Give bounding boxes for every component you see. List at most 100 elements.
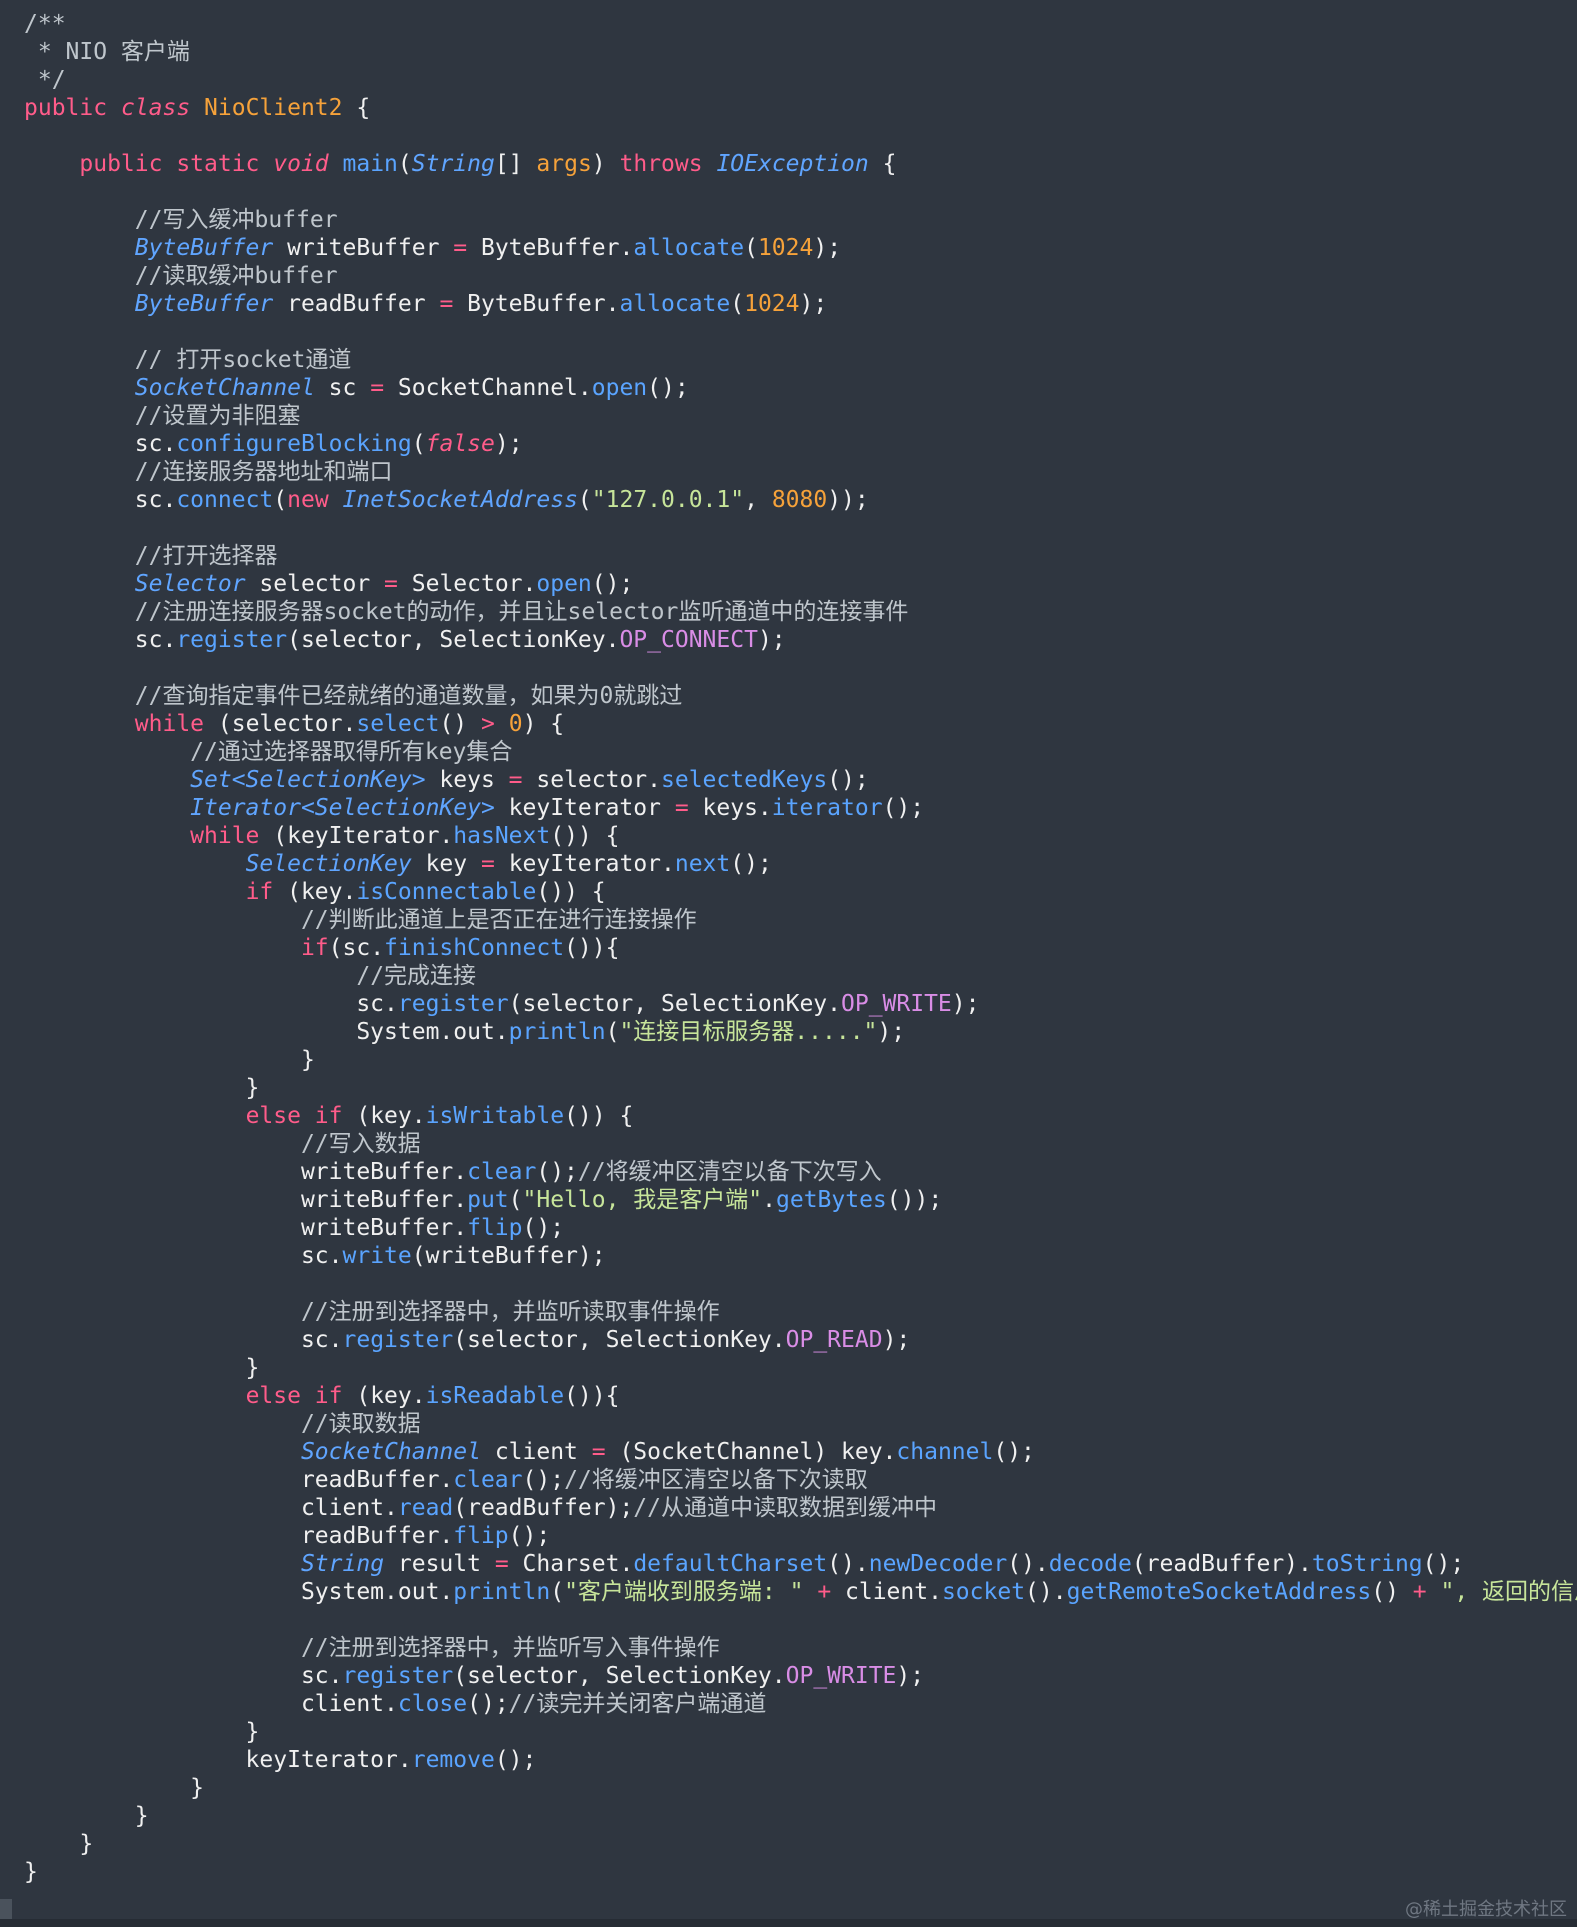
code-line[interactable]: ByteBuffer writeBuffer = ByteBuffer.allo… — [24, 234, 1577, 262]
code-line[interactable]: sc.register(selector, SelectionKey.OP_RE… — [24, 1326, 1577, 1354]
code-line[interactable]: writeBuffer.clear();//将缓冲区清空以备下次写入 — [24, 1158, 1577, 1186]
code-line[interactable]: System.out.println("连接目标服务器....."); — [24, 1018, 1577, 1046]
code-line[interactable]: keyIterator.remove(); — [24, 1746, 1577, 1774]
code-line[interactable]: //查询指定事件已经就绪的通道数量，如果为0就跳过 — [24, 682, 1577, 710]
code-line[interactable]: client.close();//读完并关闭客户端通道 — [24, 1690, 1577, 1718]
code-line[interactable]: if(sc.finishConnect()){ — [24, 934, 1577, 962]
code-token: false — [425, 431, 495, 457]
code-token: ()) { — [564, 1103, 634, 1129]
code-token: ( — [744, 235, 758, 261]
code-token: OP_CONNECT — [619, 627, 758, 653]
code-line[interactable]: } — [24, 1774, 1577, 1802]
code-line[interactable]: sc.register(selector, SelectionKey.OP_CO… — [24, 626, 1577, 654]
code-line[interactable]: //通过选择器取得所有key集合 — [24, 738, 1577, 766]
code-line[interactable]: SocketChannel client = (SocketChannel) k… — [24, 1438, 1577, 1466]
code-line[interactable]: String result = Charset.defaultCharset()… — [24, 1550, 1577, 1578]
code-token: register — [176, 627, 288, 653]
code-token: result — [384, 1551, 495, 1577]
code-line[interactable]: //读取数据 — [24, 1410, 1577, 1438]
code-line[interactable]: //写入缓冲buffer — [24, 206, 1577, 234]
code-line[interactable]: else if (key.isReadable()){ — [24, 1382, 1577, 1410]
code-token: isReadable — [425, 1383, 565, 1409]
code-token: NioClient2 — [204, 95, 343, 121]
code-line[interactable]: writeBuffer.flip(); — [24, 1214, 1577, 1242]
code-editor[interactable]: /** * NIO 客户端 */public class NioClient2 … — [0, 0, 1577, 1927]
code-line[interactable]: sc.register(selector, SelectionKey.OP_WR… — [24, 990, 1577, 1018]
code-token: (); — [647, 375, 689, 401]
code-line[interactable]: //判断此通道上是否正在进行连接操作 — [24, 906, 1577, 934]
code-token: socket — [941, 1579, 1026, 1605]
code-line[interactable]: writeBuffer.put("Hello, 我是客户端".getBytes(… — [24, 1186, 1577, 1214]
code-line[interactable]: //写入数据 — [24, 1130, 1577, 1158]
code-token: allocate — [619, 291, 731, 317]
code-line[interactable]: ByteBuffer readBuffer = ByteBuffer.alloc… — [24, 290, 1577, 318]
code-token: getBytes — [776, 1187, 887, 1213]
code-line[interactable]: //设置为非阻塞 — [24, 402, 1577, 430]
code-token: //判断此通道上是否正在进行连接操作 — [300, 907, 697, 933]
code-token: writeBuffer. — [24, 1159, 468, 1185]
code-line[interactable] — [24, 122, 1577, 150]
code-line[interactable]: readBuffer.clear();//将缓冲区清空以备下次读取 — [24, 1466, 1577, 1494]
code-line[interactable]: Selector selector = Selector.open(); — [24, 570, 1577, 598]
code-line[interactable]: //注册连接服务器socket的动作，并且让selector监听通道中的连接事件 — [24, 598, 1577, 626]
code-line[interactable]: } — [24, 1830, 1577, 1858]
code-line[interactable]: //连接服务器地址和端口 — [24, 458, 1577, 486]
code-line[interactable]: } — [24, 1858, 1577, 1886]
code-line[interactable]: Set<SelectionKey> keys = selector.select… — [24, 766, 1577, 794]
code-line[interactable]: //读取缓冲buffer — [24, 262, 1577, 290]
code-line[interactable]: public static void main(String[] args) t… — [24, 150, 1577, 178]
code-line[interactable] — [24, 178, 1577, 206]
code-line[interactable]: //注册到选择器中，并监听读取事件操作 — [24, 1298, 1577, 1326]
code-line[interactable]: /** — [24, 10, 1577, 38]
code-line[interactable]: if (key.isConnectable()) { — [24, 878, 1577, 906]
code-token: flip — [467, 1215, 523, 1241]
code-token: while — [190, 823, 260, 849]
code-line[interactable]: sc.register(selector, SelectionKey.OP_WR… — [24, 1662, 1577, 1690]
code-line[interactable] — [24, 654, 1577, 682]
code-line[interactable] — [24, 1606, 1577, 1634]
code-token: key — [411, 851, 481, 877]
code-line[interactable]: //完成连接 — [24, 962, 1577, 990]
code-line[interactable]: SocketChannel sc = SocketChannel.open(); — [24, 374, 1577, 402]
code-token: flip — [453, 1523, 509, 1549]
code-line[interactable]: else if (key.isWritable()) { — [24, 1102, 1577, 1130]
code-line[interactable]: */ — [24, 66, 1577, 94]
code-token: = — [480, 851, 495, 877]
code-line[interactable]: client.read(readBuffer);//从通道中读取数据到缓冲中 — [24, 1494, 1577, 1522]
code-line[interactable]: //打开选择器 — [24, 542, 1577, 570]
code-token: { — [342, 95, 371, 121]
code-line[interactable]: while (selector.select() > 0) { — [24, 710, 1577, 738]
code-line[interactable]: SelectionKey key = keyIterator.next(); — [24, 850, 1577, 878]
code-token: InetSocketAddress — [342, 487, 578, 513]
code-line[interactable]: //注册到选择器中，并监听写入事件操作 — [24, 1634, 1577, 1662]
code-line[interactable]: sc.write(writeBuffer); — [24, 1242, 1577, 1270]
code-line[interactable] — [24, 1270, 1577, 1298]
code-line[interactable]: // 打开socket通道 — [24, 346, 1577, 374]
code-line[interactable]: readBuffer.flip(); — [24, 1522, 1577, 1550]
code-line[interactable]: System.out.println("客户端收到服务端: " + client… — [24, 1578, 1577, 1606]
code-area[interactable]: /** * NIO 客户端 */public class NioClient2 … — [24, 10, 1577, 1886]
code-token: ) — [591, 151, 620, 177]
code-line[interactable] — [24, 318, 1577, 346]
code-line[interactable]: while (keyIterator.hasNext()) { — [24, 822, 1577, 850]
code-token: //完成连接 — [356, 963, 477, 989]
code-line[interactable]: } — [24, 1046, 1577, 1074]
code-line[interactable]: * NIO 客户端 — [24, 38, 1577, 66]
code-token: //读完并关闭客户端通道 — [508, 1691, 767, 1717]
code-line[interactable]: sc.configureBlocking(false); — [24, 430, 1577, 458]
code-token: //查询指定事件已经就绪的通道数量，如果为0就跳过 — [134, 683, 683, 709]
code-line[interactable]: } — [24, 1718, 1577, 1746]
code-line[interactable]: } — [24, 1354, 1577, 1382]
code-line[interactable]: } — [24, 1802, 1577, 1830]
code-line[interactable]: sc.connect(new InetSocketAddress("127.0.… — [24, 486, 1577, 514]
code-line[interactable]: Iterator<SelectionKey> keyIterator = key… — [24, 794, 1577, 822]
code-line[interactable]: public class NioClient2 { — [24, 94, 1577, 122]
code-token: writeBuffer — [273, 235, 454, 261]
code-line[interactable] — [24, 514, 1577, 542]
code-line[interactable]: } — [24, 1074, 1577, 1102]
code-token: SelectionKey — [245, 851, 412, 877]
